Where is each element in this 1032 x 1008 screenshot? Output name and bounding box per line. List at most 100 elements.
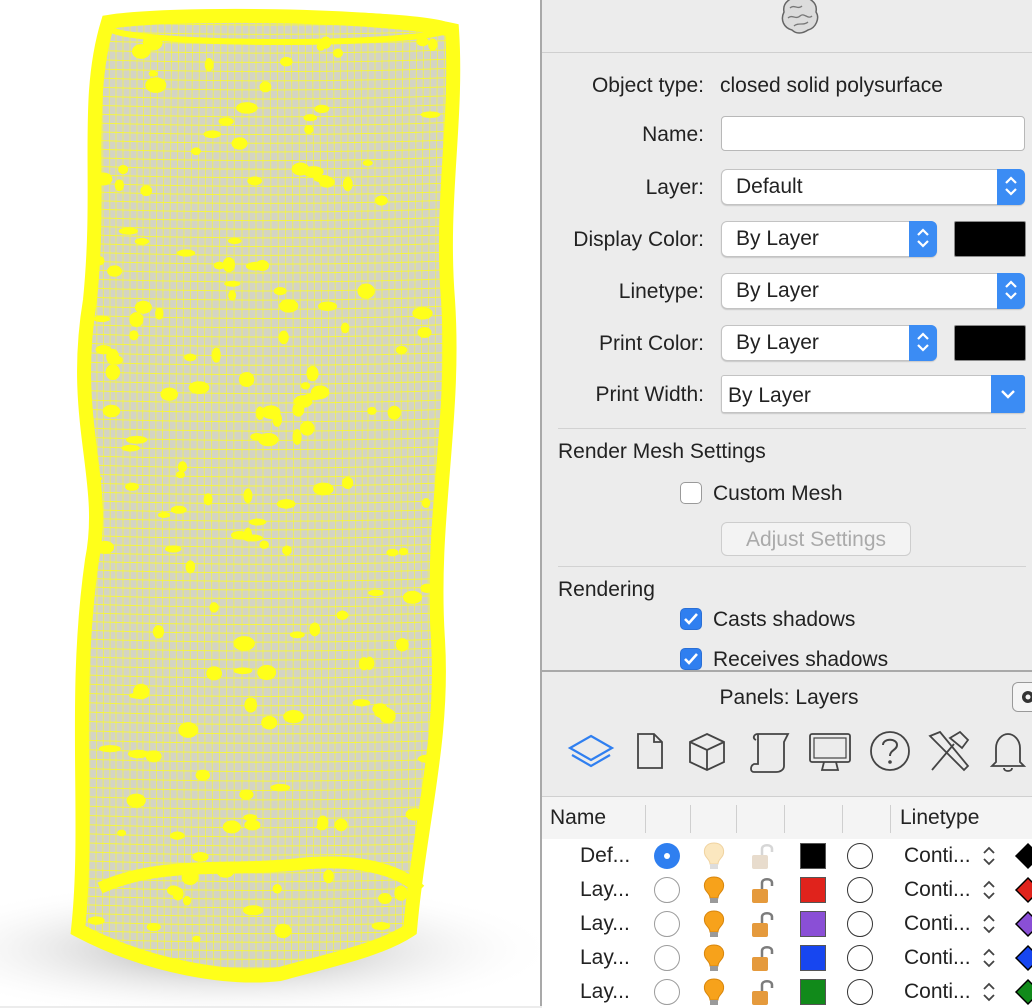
linetype-stepper	[997, 273, 1025, 309]
lightbulb-icon[interactable]	[700, 841, 728, 871]
display-color-select-value: By Layer	[736, 227, 819, 250]
separator	[558, 566, 1026, 567]
material-circle[interactable]	[847, 843, 873, 869]
custom-mesh-label: Custom Mesh	[713, 482, 843, 505]
print-color-diamond-icon[interactable]	[1014, 876, 1032, 904]
print-color-swatch[interactable]	[954, 325, 1026, 361]
bell-icon[interactable]	[986, 726, 1030, 776]
lightbulb-icon[interactable]	[700, 943, 728, 973]
table-row[interactable]: Lay... Conti...	[542, 873, 1032, 907]
name-field[interactable]	[721, 116, 1025, 151]
column-separator	[890, 805, 891, 833]
updown-chevron-icon[interactable]	[982, 947, 996, 969]
gear-icon	[1022, 691, 1032, 703]
unlocked-icon[interactable]	[748, 909, 776, 939]
adjust-settings-button[interactable]: Adjust Settings	[721, 522, 911, 556]
updown-chevron-icon[interactable]	[982, 879, 996, 901]
column-header-linetype[interactable]: Linetype	[900, 806, 979, 830]
updown-chevron-icon	[1005, 280, 1017, 300]
checkmark-icon	[684, 613, 698, 625]
unlocked-icon[interactable]	[748, 943, 776, 973]
column-separator	[645, 805, 646, 833]
print-color-select[interactable]: By Layer	[721, 325, 937, 361]
material-circle[interactable]	[847, 911, 873, 937]
properties-panel: Object type: closed solid polysurface Na…	[542, 0, 1032, 670]
casts-shadows-checkbox[interactable]	[680, 608, 702, 630]
print-color-diamond-icon[interactable]	[1014, 910, 1032, 938]
separator	[558, 428, 1026, 429]
document-icon[interactable]	[632, 726, 666, 776]
current-layer-radio[interactable]	[654, 843, 680, 869]
table-row[interactable]: Def... Conti...	[542, 839, 1032, 873]
tools-icon[interactable]	[924, 726, 974, 776]
print-width-combo[interactable]: By Layer	[721, 375, 1025, 413]
scroll-icon[interactable]	[746, 726, 794, 776]
current-layer-radio[interactable]	[654, 877, 680, 903]
cube-icon[interactable]	[684, 726, 730, 776]
updown-chevron-icon[interactable]	[982, 845, 996, 867]
display-color-stepper	[909, 221, 937, 257]
lightbulb-icon[interactable]	[700, 977, 728, 1007]
layer-select-value: Default	[736, 175, 803, 198]
lightbulb-icon[interactable]	[700, 909, 728, 939]
panel-options-button[interactable]	[1012, 682, 1032, 712]
linetype-select[interactable]: By Layer	[721, 273, 1025, 309]
casts-shadows-label: Casts shadows	[713, 608, 856, 631]
print-color-diamond-icon[interactable]	[1014, 842, 1032, 870]
current-layer-radio[interactable]	[654, 945, 680, 971]
layer-name: Def...	[580, 844, 631, 867]
linetype-select-value: By Layer	[736, 279, 819, 302]
object-type-label: Object type:	[591, 74, 704, 97]
column-header-name[interactable]: Name	[550, 806, 606, 830]
updown-chevron-icon[interactable]	[982, 913, 996, 935]
material-circle[interactable]	[847, 877, 873, 903]
print-color-diamond-icon[interactable]	[1014, 978, 1032, 1006]
table-row[interactable]: Lay... Conti...	[542, 975, 1032, 1008]
layer-label: Layer:	[645, 176, 704, 199]
layers-table-body: Def... Conti... Lay... Conti... Lay... C…	[542, 839, 1032, 1008]
lightbulb-icon[interactable]	[700, 875, 728, 905]
print-color-label: Print Color:	[598, 332, 704, 355]
layer-select[interactable]: Default	[721, 169, 1025, 205]
receives-shadows-checkbox[interactable]	[680, 648, 702, 670]
print-color-diamond-icon[interactable]	[1014, 944, 1032, 972]
custom-mesh-checkbox[interactable]	[680, 482, 702, 504]
name-label: Name:	[642, 123, 704, 146]
display-color-swatch[interactable]	[954, 221, 1026, 257]
table-row[interactable]: Lay... Conti...	[542, 907, 1032, 941]
updown-chevron-icon	[917, 228, 929, 248]
updown-chevron-icon[interactable]	[982, 981, 996, 1003]
wireframe-vase[interactable]	[0, 0, 541, 1006]
current-layer-radio[interactable]	[654, 979, 680, 1005]
layer-name: Lay...	[580, 878, 630, 901]
layer-color-swatch[interactable]	[800, 979, 826, 1005]
layer-color-swatch[interactable]	[800, 877, 826, 903]
layer-color-swatch[interactable]	[800, 945, 826, 971]
layers-panel-title: Panels: Layers	[719, 686, 859, 709]
render-mesh-section-title: Render Mesh Settings	[558, 440, 766, 463]
layer-linetype: Conti...	[904, 878, 971, 901]
layers-icon[interactable]	[566, 726, 616, 776]
brain-icon[interactable]	[778, 0, 822, 36]
unlocked-icon[interactable]	[748, 875, 776, 905]
column-separator	[736, 805, 737, 833]
table-row[interactable]: Lay... Conti...	[542, 941, 1032, 975]
current-layer-radio[interactable]	[654, 911, 680, 937]
layer-name: Lay...	[580, 912, 630, 935]
unlocked-icon[interactable]	[748, 977, 776, 1007]
vase-body	[78, 15, 454, 976]
layer-color-swatch[interactable]	[800, 843, 826, 869]
material-circle[interactable]	[847, 945, 873, 971]
monitor-icon[interactable]	[806, 726, 854, 776]
print-width-value: By Layer	[728, 384, 811, 407]
layer-linetype: Conti...	[904, 844, 971, 867]
display-color-label: Display Color:	[573, 228, 704, 251]
display-color-select[interactable]: By Layer	[721, 221, 937, 257]
unlocked-icon[interactable]	[748, 841, 776, 871]
rendering-section-title: Rendering	[558, 578, 655, 601]
layer-color-swatch[interactable]	[800, 911, 826, 937]
material-circle[interactable]	[847, 979, 873, 1005]
help-icon[interactable]	[868, 726, 912, 776]
layer-name: Lay...	[580, 980, 630, 1003]
viewport[interactable]	[0, 0, 541, 1006]
